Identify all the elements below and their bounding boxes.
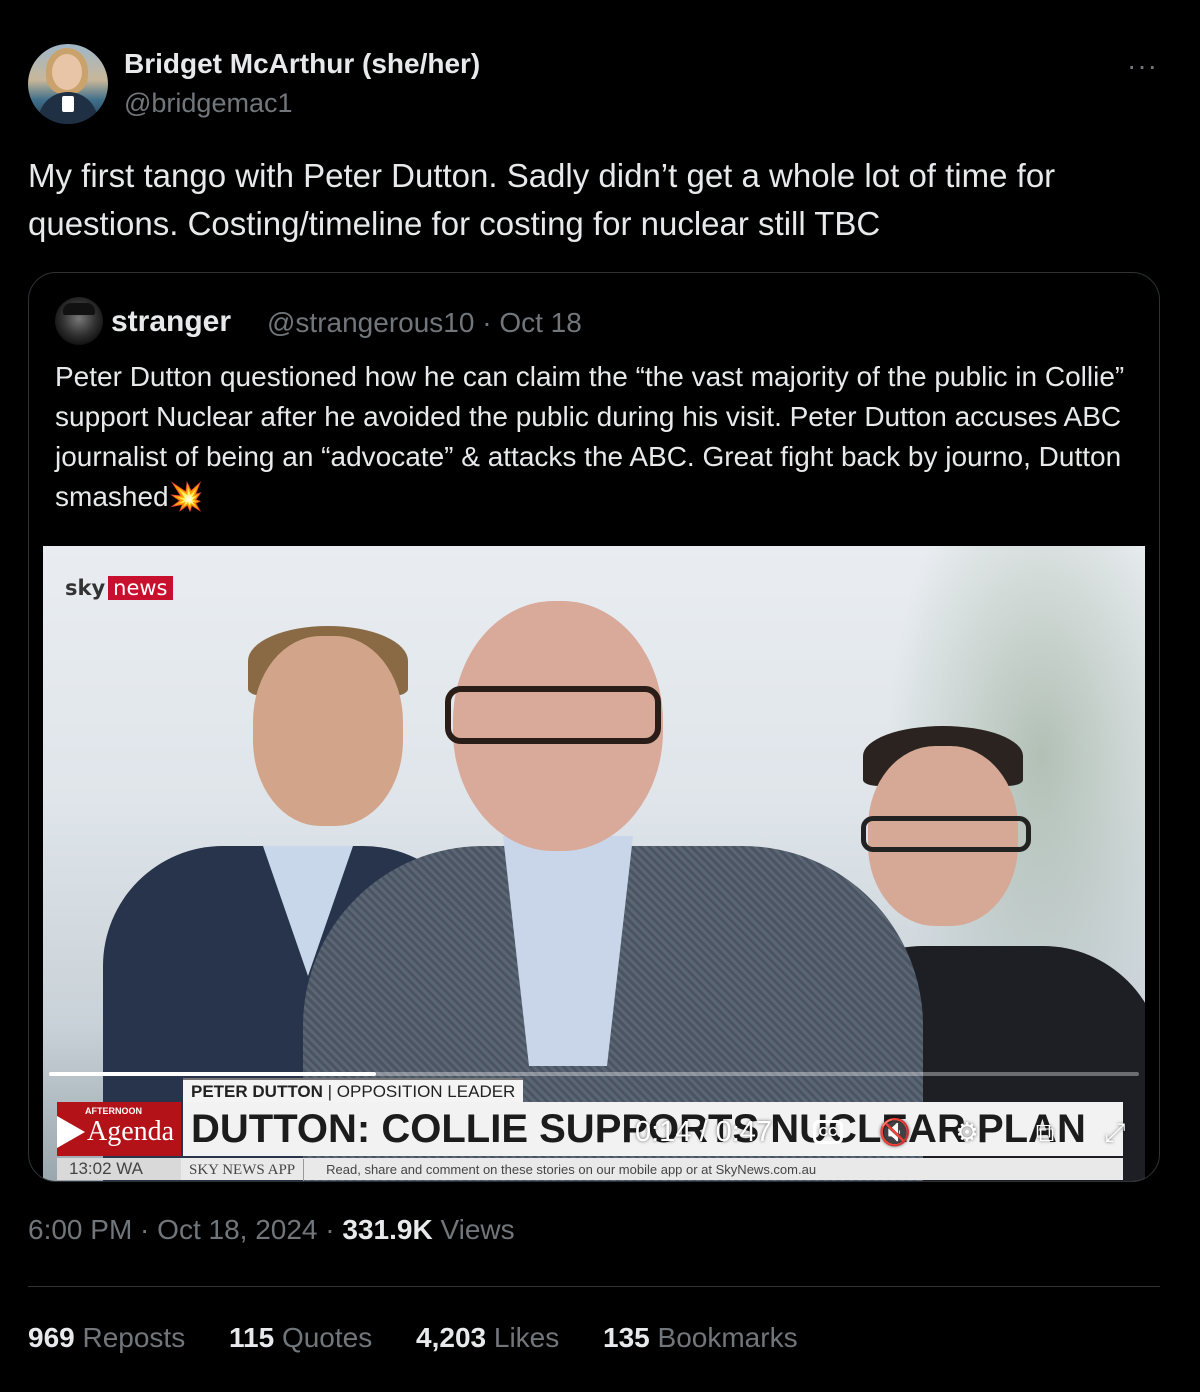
news-ticker: 13:02 WA SKY NEWS APP Read, share and comm…	[57, 1158, 1123, 1181]
reposts-stat[interactable]: 969 Reposts	[28, 1322, 185, 1354]
views-label: Views	[432, 1214, 515, 1245]
author-avatar[interactable]	[28, 44, 108, 124]
author-handle[interactable]: @bridgemac1	[124, 88, 293, 119]
tweet-metadata: 6:00 PM · Oct 18, 2024 · 331.9K Views	[28, 1214, 515, 1246]
video-controls: 0:14 / 0:47 CC 🔇 ⚙ ⧉ ⤢	[43, 1112, 1145, 1156]
more-options-icon[interactable]: ···	[1127, 50, 1158, 82]
picture-in-picture-icon[interactable]: ⧉	[1027, 1114, 1063, 1150]
tweet-timestamp[interactable]: 6:00 PM · Oct 18, 2024 ·	[28, 1214, 342, 1245]
sky-news-logo: sky news	[65, 576, 173, 600]
author-name[interactable]: Bridget McArthur (she/her)	[124, 48, 480, 80]
quoted-author-name[interactable]: stranger	[111, 305, 231, 339]
tweet-text: My first tango with Peter Dutton. Sadly …	[28, 157, 1056, 242]
divider	[28, 1286, 1160, 1287]
engagement-stats: 969 Reposts 115 Quotes 4,203 Likes 135 B…	[28, 1322, 834, 1354]
bookmarks-stat[interactable]: 135 Bookmarks	[603, 1322, 798, 1354]
video-player[interactable]: sky news PETER DUTTON | OPPOSITION LEADER…	[43, 546, 1145, 1181]
likes-stat[interactable]: 4,203 Likes	[416, 1322, 559, 1354]
quoted-tweet-body: Peter Dutton questioned how he can claim…	[55, 361, 1125, 512]
quoted-author-handle-date[interactable]: @strangerous10 · Oct 18	[267, 307, 582, 339]
quoted-tweet[interactable]: stranger @strangerous10 · Oct 18 Peter D…	[28, 272, 1160, 1182]
captions-icon[interactable]: CC	[813, 1120, 843, 1144]
settings-gear-icon[interactable]: ⚙	[949, 1114, 985, 1150]
play-icon[interactable]	[57, 1116, 85, 1148]
mute-icon[interactable]: 🔇	[877, 1114, 913, 1150]
fullscreen-icon[interactable]: ⤢	[1097, 1114, 1133, 1150]
quotes-stat[interactable]: 115 Quotes	[229, 1322, 372, 1354]
views-count: 331.9K	[342, 1214, 433, 1245]
video-progress-bar[interactable]	[49, 1072, 1139, 1076]
collision-emoji-icon: 💥	[168, 481, 204, 512]
name-strap: PETER DUTTON | OPPOSITION LEADER	[183, 1078, 524, 1102]
video-progress-fill	[49, 1072, 376, 1076]
tweet-header: Bridget McArthur (she/her) @bridgemac1 ·…	[28, 44, 1172, 126]
quoted-tweet-text: Peter Dutton questioned how he can claim…	[55, 357, 1135, 517]
quoted-author-avatar[interactable]	[55, 297, 103, 345]
video-time: 0:14 / 0:47	[635, 1116, 773, 1148]
